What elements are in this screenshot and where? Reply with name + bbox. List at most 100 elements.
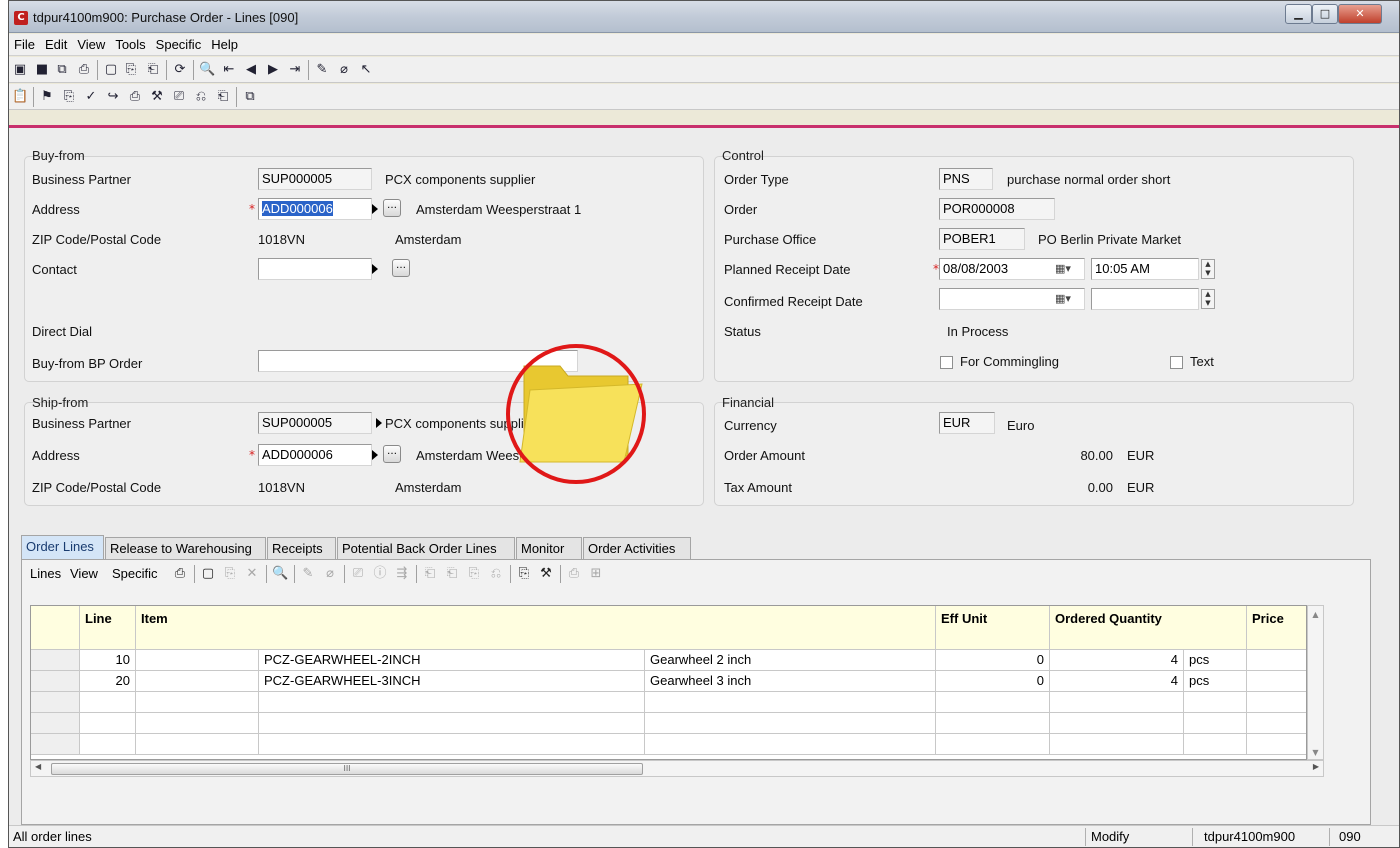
table-row-empty[interactable]: [31, 734, 1306, 755]
currency-field[interactable]: EUR: [939, 412, 995, 434]
delete-icon[interactable]: ✕: [244, 566, 260, 582]
horizontal-scrollbar[interactable]: ◀ III ▶: [30, 760, 1324, 777]
save-icon[interactable]: ■: [34, 62, 50, 78]
time-spinner[interactable]: ▲ ▼: [1201, 259, 1215, 279]
help-pointer-icon[interactable]: ↖: [358, 62, 374, 78]
cell-empty[interactable]: [936, 713, 1050, 733]
table-row[interactable]: 10 PCZ-GEARWHEEL-2INCH Gearwheel 2 inch …: [31, 650, 1306, 671]
cell-empty[interactable]: [1050, 734, 1184, 754]
first-record-icon[interactable]: ⇤: [221, 62, 237, 78]
ship-from-address-field[interactable]: ADD000006: [258, 444, 372, 466]
zoom-arrow-icon[interactable]: [372, 264, 378, 274]
copy-order-icon[interactable]: ⎘: [61, 89, 77, 105]
last-record-icon[interactable]: ⇥: [287, 62, 303, 78]
buy-from-bp-field[interactable]: SUP000005: [258, 168, 372, 190]
refresh-icon[interactable]: ⟳: [172, 62, 188, 78]
tab-release-to-warehousing[interactable]: Release to Warehousing: [105, 537, 266, 559]
contact-field[interactable]: [258, 258, 372, 280]
cell-quantity[interactable]: 4: [1050, 671, 1184, 691]
purchase-office-field[interactable]: POBER1: [939, 228, 1025, 250]
menu-edit[interactable]: Edit: [40, 34, 72, 55]
tab-potential-back-order-lines[interactable]: Potential Back Order Lines: [337, 537, 515, 559]
cell-empty[interactable]: [259, 734, 645, 754]
cell-description[interactable]: Gearwheel 2 inch: [645, 650, 936, 670]
planned-time-field[interactable]: 10:05 AM: [1091, 258, 1199, 280]
row-selector[interactable]: [31, 713, 80, 733]
cell-empty[interactable]: [136, 692, 259, 712]
attachment-icon[interactable]: ⌀: [336, 62, 352, 78]
previous-record-icon[interactable]: ◀: [243, 62, 259, 78]
new-icon[interactable]: ▢: [103, 62, 119, 78]
cell-price[interactable]: [1247, 650, 1306, 670]
cell-line[interactable]: 10: [80, 650, 136, 670]
cell-quantity[interactable]: 4: [1050, 650, 1184, 670]
commingling-checkbox[interactable]: [940, 356, 953, 369]
minimize-button[interactable]: ▁: [1285, 4, 1312, 24]
document-list-icon[interactable]: ⎗: [444, 566, 460, 582]
header-line[interactable]: Line: [80, 606, 136, 649]
cell-empty[interactable]: [136, 734, 259, 754]
row-selector[interactable]: [31, 650, 80, 670]
header-item[interactable]: Item: [136, 606, 936, 649]
new-line-icon[interactable]: ▢: [200, 566, 216, 582]
close-button[interactable]: ✕: [1338, 4, 1382, 24]
row-selector[interactable]: [31, 671, 80, 691]
tab-order-lines[interactable]: Order Lines: [21, 535, 104, 559]
cancel-document-icon[interactable]: ⎌: [193, 89, 209, 105]
calendar-icon[interactable]: ▦▾: [1055, 259, 1083, 279]
clipboard-icon[interactable]: 📋: [12, 89, 28, 105]
copy-line-icon[interactable]: ⎘: [222, 566, 238, 582]
cell-description[interactable]: Gearwheel 3 inch: [645, 671, 936, 691]
print-icon[interactable]: ⎙: [172, 566, 188, 582]
zoom-arrow-icon[interactable]: [376, 418, 382, 428]
report-icon[interactable]: ⎙: [566, 566, 582, 582]
ship-from-bp-field[interactable]: SUP000005: [258, 412, 372, 434]
cell-empty[interactable]: [1050, 692, 1184, 712]
table-row-empty[interactable]: [31, 713, 1306, 734]
find-icon[interactable]: 🔍: [272, 566, 288, 582]
menu-file[interactable]: File: [9, 34, 40, 55]
edit-text-icon[interactable]: ✎: [300, 566, 316, 582]
cell-eff-unit[interactable]: 0: [936, 671, 1050, 691]
cell-empty[interactable]: [645, 734, 936, 754]
cell-empty[interactable]: [1184, 692, 1247, 712]
cell-empty[interactable]: [136, 713, 259, 733]
tab-receipts[interactable]: Receipts: [267, 537, 336, 559]
order-field[interactable]: POR000008: [939, 198, 1055, 220]
cell-empty[interactable]: [936, 692, 1050, 712]
zoom-arrow-icon[interactable]: [372, 204, 378, 214]
row-selector[interactable]: [31, 734, 80, 754]
calendar-icon[interactable]: ▦▾: [1055, 289, 1083, 309]
panel-menu-specific[interactable]: Specific: [112, 566, 158, 581]
attachment-icon[interactable]: ⌀: [322, 566, 338, 582]
scroll-left-icon[interactable]: ◀: [35, 762, 41, 771]
document-cancel-icon[interactable]: ⎌: [488, 566, 504, 582]
cell-empty[interactable]: [80, 692, 136, 712]
cell-item[interactable]: PCZ-GEARWHEEL-3INCH: [259, 671, 645, 691]
scroll-up-icon[interactable]: ▲: [1308, 610, 1323, 619]
cell-project[interactable]: [136, 671, 259, 691]
partner-icon[interactable]: ⚑: [39, 89, 55, 105]
text-checkbox[interactable]: [1170, 356, 1183, 369]
order-type-field[interactable]: PNS: [939, 168, 993, 190]
preview-icon[interactable]: ⎚: [350, 566, 366, 582]
cell-empty[interactable]: [1050, 713, 1184, 733]
cell-empty[interactable]: [80, 734, 136, 754]
scroll-right-icon[interactable]: ▶: [1313, 762, 1319, 771]
scroll-thumb[interactable]: III: [51, 763, 643, 775]
cell-empty[interactable]: [645, 692, 936, 712]
approve-next-icon[interactable]: ↪: [105, 89, 121, 105]
menu-view[interactable]: View: [72, 34, 110, 55]
cell-empty[interactable]: [259, 692, 645, 712]
cell-unit[interactable]: pcs: [1184, 650, 1247, 670]
receipt-icon[interactable]: ⚒: [538, 566, 554, 582]
approve-icon[interactable]: ✓: [83, 89, 99, 105]
cell-empty[interactable]: [1184, 734, 1247, 754]
confirmed-time-field[interactable]: [1091, 288, 1199, 310]
row-selector[interactable]: [31, 692, 80, 712]
next-record-icon[interactable]: ▶: [265, 62, 281, 78]
table-row[interactable]: 20 PCZ-GEARWHEEL-3INCH Gearwheel 3 inch …: [31, 671, 1306, 692]
menu-specific[interactable]: Specific: [151, 34, 207, 55]
panel-menu-view[interactable]: View: [70, 566, 98, 581]
cell-empty[interactable]: [1184, 713, 1247, 733]
